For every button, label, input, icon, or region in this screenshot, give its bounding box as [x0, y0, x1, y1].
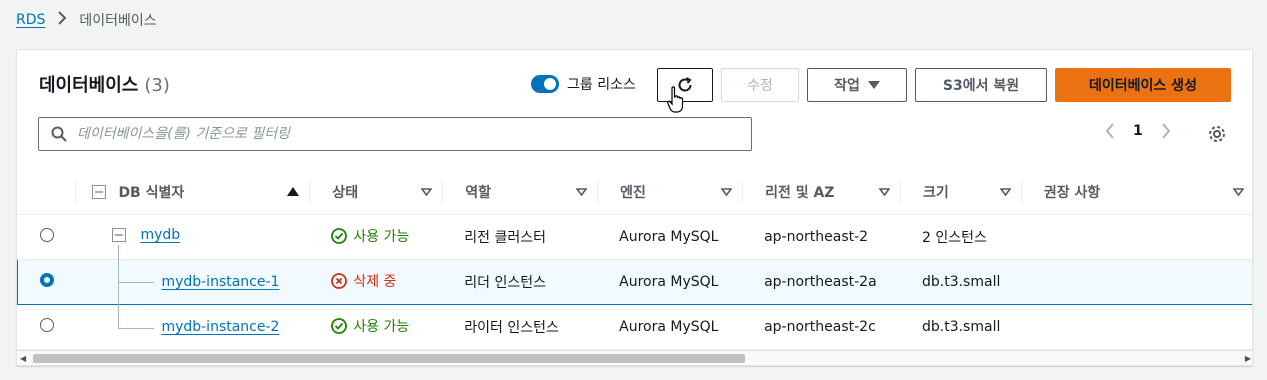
- scroll-left-icon[interactable]: ◀: [20, 354, 26, 363]
- horizontal-scrollbar[interactable]: ◀ ▶: [17, 350, 1252, 365]
- role-cell: 라이터 인스턴스: [442, 304, 598, 350]
- db-identifier-link[interactable]: mydb-instance-1: [161, 274, 279, 290]
- engine-cell: Aurora MySQL: [597, 258, 743, 305]
- scroll-right-icon[interactable]: ▶: [1245, 354, 1251, 363]
- chevron-right-icon[interactable]: [1161, 123, 1171, 139]
- column-label: 역할: [465, 184, 492, 201]
- toggle-switch[interactable]: [531, 75, 559, 93]
- engine-cell: Aurora MySQL: [597, 214, 743, 260]
- chevron-left-icon[interactable]: [1105, 123, 1115, 139]
- page-number[interactable]: 1: [1133, 123, 1143, 139]
- db-identifier-link[interactable]: mydb: [140, 227, 180, 243]
- actions-label: 작업: [834, 78, 860, 94]
- status-text: 사용 가능: [353, 228, 410, 245]
- table-header-row: DB 식별자 상태 역할 엔진 리전 및 AZ 크기 권장 사항: [17, 170, 1252, 215]
- tree-line: [118, 328, 154, 329]
- collapse-icon[interactable]: [112, 228, 127, 242]
- column-header-region[interactable]: 리전 및 AZ: [742, 170, 900, 215]
- recommendation-cell: [1020, 258, 1252, 305]
- search-input[interactable]: [77, 126, 717, 142]
- region-cell: ap-northeast-2a: [742, 258, 900, 305]
- recommendation-cell: [1020, 214, 1252, 260]
- title-text: 데이터베이스: [39, 75, 139, 96]
- error-circle-icon: [331, 272, 348, 289]
- role-cell: 리더 인스턴스: [442, 258, 598, 305]
- table-row[interactable]: mydb-instance-1 삭제 중 리더 인스턴스 Aurora MySQ…: [17, 258, 1252, 305]
- row-radio[interactable]: [40, 272, 54, 287]
- breadcrumb: RDS 데이터베이스: [16, 9, 157, 31]
- sort-icon: [576, 187, 588, 196]
- status-badge: 사용 가능: [331, 316, 409, 336]
- status-badge: 삭제 중: [331, 271, 396, 291]
- column-header-role[interactable]: 역할: [442, 170, 598, 215]
- tree-line: [118, 245, 119, 328]
- refresh-button[interactable]: [657, 68, 713, 102]
- sort-icon: [878, 187, 890, 196]
- column-label: 엔진: [620, 184, 646, 201]
- engine-cell: Aurora MySQL: [597, 304, 743, 350]
- status-text: 사용 가능: [353, 318, 410, 335]
- size-cell: db.t3.small: [899, 258, 1021, 305]
- pagination: 1: [1105, 123, 1171, 139]
- check-circle-icon: [331, 227, 348, 244]
- column-label: DB 식별자: [118, 184, 185, 201]
- search-icon: [51, 126, 67, 142]
- filter-search[interactable]: [38, 117, 752, 151]
- restore-from-s3-button[interactable]: S3에서 복원: [915, 68, 1047, 102]
- column-header-status[interactable]: 상태: [309, 170, 443, 215]
- column-header-db-id[interactable]: DB 식별자: [75, 170, 310, 215]
- sort-icon: [421, 187, 433, 196]
- sort-icon: [999, 187, 1011, 196]
- title-count: (3): [144, 75, 170, 96]
- status-text: 삭제 중: [353, 273, 397, 290]
- tree-line: [118, 282, 154, 283]
- row-radio[interactable]: [39, 227, 54, 242]
- collapse-all-icon[interactable]: [92, 184, 107, 199]
- region-cell: ap-northeast-2c: [742, 304, 900, 350]
- column-header-engine[interactable]: 엔진: [597, 170, 743, 215]
- size-cell: 2 인스턴스: [899, 214, 1021, 260]
- column-label: 크기: [922, 184, 949, 201]
- status-badge: 사용 가능: [331, 226, 409, 246]
- actions-button[interactable]: 작업: [807, 68, 907, 102]
- column-header-recommendations[interactable]: 권장 사항: [1020, 170, 1252, 215]
- caret-down-icon: [867, 81, 880, 89]
- size-cell: db.t3.small: [899, 304, 1021, 350]
- group-resources-toggle[interactable]: 그룹 리소스: [531, 74, 636, 94]
- recommendation-cell: [1020, 304, 1252, 350]
- scrollbar-thumb[interactable]: [33, 354, 745, 363]
- breadcrumb-current: 데이터베이스: [79, 13, 157, 29]
- gear-icon[interactable]: [1207, 124, 1227, 148]
- page-title: 데이터베이스 (3): [39, 71, 170, 97]
- group-resources-label: 그룹 리소스: [567, 77, 636, 93]
- column-header-size[interactable]: 크기: [899, 170, 1021, 215]
- hand-cursor-icon: [667, 86, 684, 113]
- db-identifier-link[interactable]: mydb-instance-2: [161, 319, 279, 335]
- role-cell: 리전 클러스터: [442, 214, 598, 260]
- sort-ascending-icon: [287, 187, 300, 197]
- modify-button[interactable]: 수정: [721, 68, 799, 102]
- sort-icon: [1232, 187, 1244, 196]
- chevron-right-icon: [57, 11, 67, 29]
- check-circle-icon: [331, 317, 348, 334]
- breadcrumb-rds-link[interactable]: RDS: [16, 12, 45, 28]
- region-cell: ap-northeast-2: [742, 214, 900, 260]
- column-label: 상태: [332, 184, 359, 201]
- table-row[interactable]: mydb 사용 가능 리전 클러스터 Aurora MySQL ap-north…: [17, 214, 1252, 260]
- row-radio[interactable]: [39, 317, 54, 332]
- create-database-button[interactable]: 데이터베이스 생성: [1055, 68, 1231, 102]
- select-column-header: [17, 170, 76, 215]
- databases-table: DB 식별자 상태 역할 엔진 리전 및 AZ 크기 권장 사항 mydb 사용…: [17, 170, 1252, 350]
- databases-panel: 데이터베이스 (3) 그룹 리소스 수정 작업 S3에서 복원 데이터베이스 생…: [16, 49, 1253, 366]
- sort-icon: [721, 187, 733, 196]
- table-row[interactable]: mydb-instance-2 사용 가능 라이터 인스턴스 Aurora My…: [17, 304, 1252, 350]
- column-label: 권장 사항: [1043, 184, 1101, 201]
- column-label: 리전 및 AZ: [765, 184, 835, 201]
